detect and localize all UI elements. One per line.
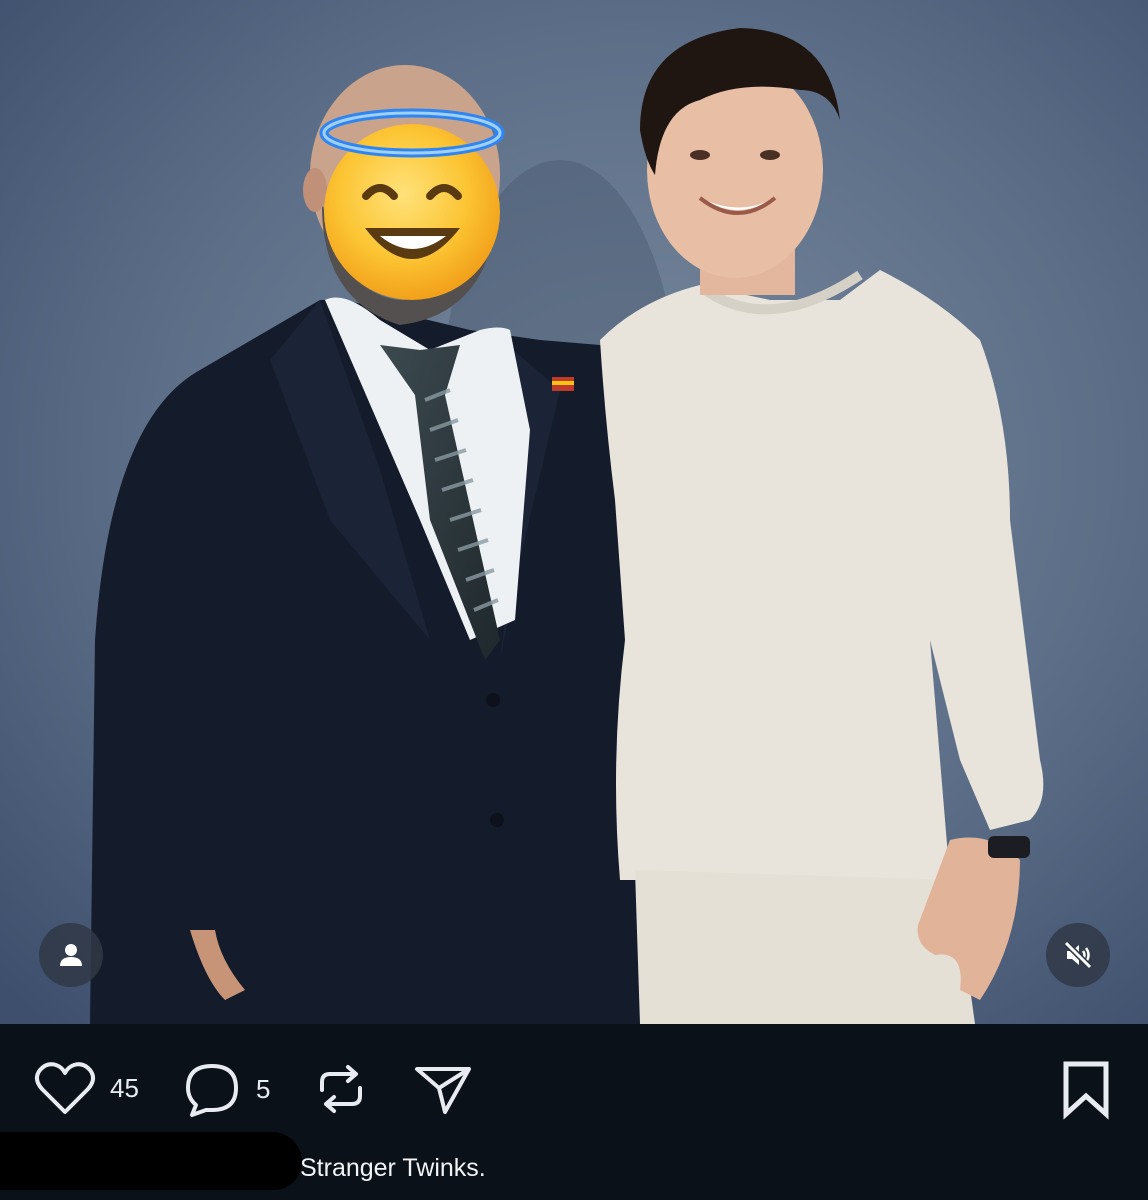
heart-icon <box>35 1062 95 1114</box>
post-photo[interactable] <box>0 0 1148 1024</box>
tagged-people-button[interactable] <box>39 923 103 987</box>
comment-count: 5 <box>256 1073 271 1104</box>
person-icon <box>60 944 82 966</box>
save-button[interactable] <box>1060 1060 1112 1120</box>
like-count: 45 <box>110 1072 139 1103</box>
redacted-username <box>0 1132 302 1190</box>
like-button[interactable]: 45 <box>34 1060 139 1116</box>
comment-button[interactable]: 5 <box>182 1060 270 1118</box>
unmute-button[interactable] <box>1046 923 1110 987</box>
photo-scene <box>0 0 1148 1024</box>
man-sweater <box>600 270 1044 880</box>
post-card: 45 5 Stranger Twinks. <box>0 0 1148 1200</box>
man-suit <box>90 300 651 1024</box>
caption-row: Stranger Twinks. <box>0 1124 1148 1200</box>
post-caption: Stranger Twinks. <box>300 1154 486 1182</box>
repost-button[interactable] <box>314 1060 368 1118</box>
speaker-muted-icon <box>1063 940 1093 970</box>
man-pants <box>635 870 975 1024</box>
comment-bubble-icon <box>186 1064 238 1117</box>
bookmark-icon <box>1063 1061 1109 1120</box>
repost-icon <box>320 1065 362 1113</box>
share-button[interactable] <box>412 1060 474 1118</box>
paper-plane-icon <box>415 1067 471 1114</box>
